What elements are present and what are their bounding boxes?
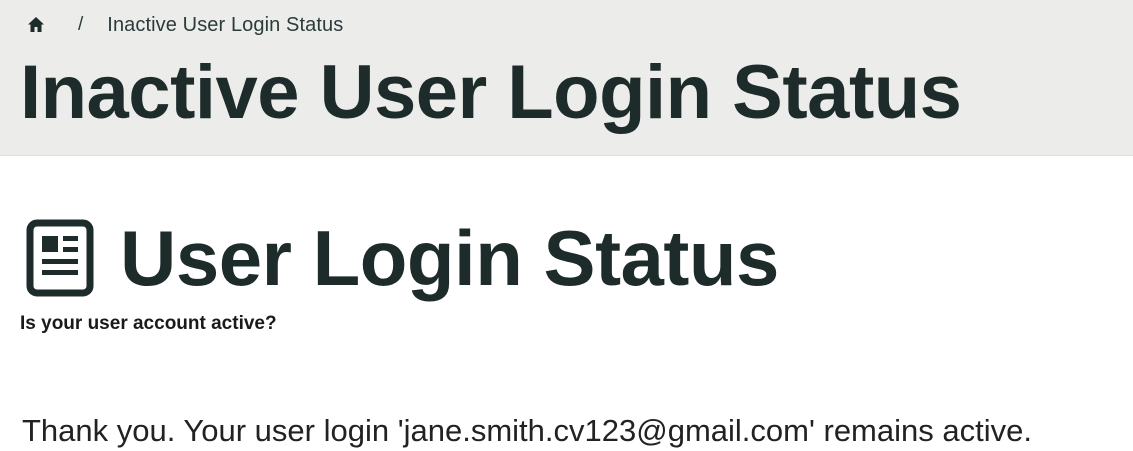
section-heading: User Login Status <box>24 212 779 304</box>
document-list-icon <box>24 217 96 299</box>
page-title: Inactive User Login Status <box>20 50 962 135</box>
breadcrumb-separator: / <box>78 14 84 35</box>
status-message: Thank you. Your user login 'jane.smith.c… <box>22 413 1032 448</box>
page-header: / Inactive User Login Status Inactive Us… <box>0 0 1133 156</box>
breadcrumb: / Inactive User Login Status <box>26 12 343 38</box>
section-subtitle: Is your user account active? <box>20 313 277 334</box>
breadcrumb-current: Inactive User Login Status <box>107 13 344 36</box>
section-title: User Login Status <box>120 214 779 302</box>
home-icon[interactable] <box>26 15 46 35</box>
